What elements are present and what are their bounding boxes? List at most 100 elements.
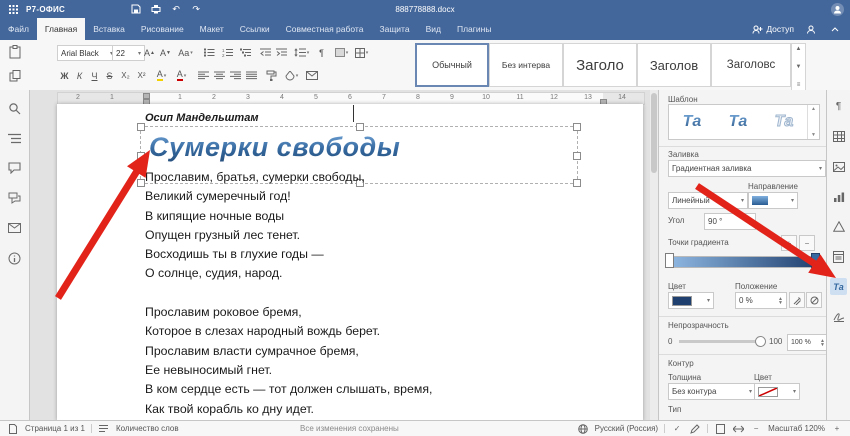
scrollbar-thumb[interactable] (651, 93, 657, 173)
strikethrough-button[interactable]: S (102, 68, 117, 83)
styles-gallery-arrows[interactable]: ▲ ▼ ≡ (791, 43, 806, 91)
align-justify-icon[interactable] (244, 68, 259, 83)
track-changes-icon[interactable] (689, 423, 701, 435)
outline-thickness-select[interactable]: Без контура▾ (668, 383, 756, 400)
hide-toolbar-chevron-icon[interactable] (828, 22, 842, 36)
superscript-button[interactable]: X² (134, 68, 149, 83)
add-gradient-point-button[interactable]: + (781, 235, 797, 251)
tab-layout[interactable]: Макет (192, 18, 232, 40)
gradient-stop-right[interactable] (811, 253, 820, 268)
comments-icon[interactable] (7, 160, 23, 176)
bold-button[interactable]: Ж (57, 68, 72, 83)
opacity-slider[interactable] (679, 340, 763, 343)
tab-insert[interactable]: Вставка (85, 18, 133, 40)
zoom-in-button[interactable]: + (831, 423, 843, 435)
outline-color-button[interactable]: ▾ (754, 383, 800, 400)
align-left-icon[interactable] (196, 68, 211, 83)
word-count-label[interactable]: Количество слов (116, 424, 179, 433)
about-info-icon[interactable] (7, 250, 23, 266)
highlight-color-icon[interactable]: А▾ (152, 68, 171, 83)
change-case-icon[interactable]: Аа▾ (176, 45, 195, 60)
template-gallery-scrollbar[interactable]: ▲▼ (807, 105, 819, 139)
resize-handle-sw[interactable] (137, 179, 145, 187)
tab-references[interactable]: Ссылки (232, 18, 278, 40)
textart-template-gallery[interactable]: Та Та Та ▲▼ (668, 104, 820, 140)
poem-text[interactable]: Прославим, братья, сумерки свободы, Вели… (145, 168, 432, 419)
undo-icon[interactable]: ↶ (169, 2, 183, 16)
document-canvas[interactable]: 2 1 1 2 3 4 5 6 7 8 9 10 11 12 13 14 Оси… (30, 90, 659, 421)
gradient-bar[interactable] (668, 256, 820, 268)
tab-draw[interactable]: Рисование (133, 18, 192, 40)
search-icon[interactable] (7, 100, 23, 116)
gradient-style-select[interactable]: Линейный▾ (668, 192, 748, 209)
no-fill-icon[interactable] (806, 292, 822, 308)
spinner-arrows-icon[interactable]: ▲▼ (820, 339, 825, 347)
gallery-up-icon[interactable]: ▲ (796, 46, 802, 52)
align-right-icon[interactable] (228, 68, 243, 83)
angle-spinner[interactable]: 90 ° ▲▼ (704, 213, 756, 230)
paragraph-settings-icon[interactable]: ¶ (830, 98, 847, 115)
table-settings-icon[interactable] (830, 128, 847, 145)
tab-view[interactable]: Вид (418, 18, 449, 40)
resize-handle-n[interactable] (356, 123, 364, 131)
save-icon[interactable] (129, 2, 143, 16)
textart-template-sample[interactable]: Та (715, 113, 761, 131)
spinner-arrows-icon[interactable]: ▲▼ (778, 297, 783, 305)
tab-protection[interactable]: Защита (371, 18, 417, 40)
mail-merge-icon[interactable] (304, 68, 319, 83)
position-spinner[interactable]: 0 % ▲▼ (735, 292, 787, 309)
image-settings-icon[interactable] (830, 158, 847, 175)
zoom-out-button[interactable]: − (750, 423, 762, 435)
nonprinting-characters-icon[interactable]: ¶ (314, 45, 329, 60)
resize-handle-nw[interactable] (137, 123, 145, 131)
font-name-select[interactable]: Arial Black▾ (57, 45, 117, 61)
decrease-font-icon[interactable]: А▼ (158, 45, 173, 60)
shape-settings-icon[interactable] (830, 218, 847, 235)
users-icon[interactable] (804, 22, 818, 36)
multilevel-list-icon[interactable] (238, 45, 253, 60)
resize-handle-e[interactable] (573, 152, 581, 160)
eyedropper-icon[interactable] (789, 292, 805, 308)
remove-gradient-point-button[interactable]: − (799, 235, 815, 251)
chat-icon[interactable] (7, 190, 23, 206)
paste-icon[interactable] (7, 44, 22, 59)
numbering-icon[interactable]: 12 (220, 45, 235, 60)
header-footer-settings-icon[interactable] (830, 248, 847, 265)
font-color-icon[interactable]: А▾ (172, 68, 191, 83)
textart-settings-icon[interactable]: Та (830, 278, 847, 295)
fit-width-icon[interactable] (732, 423, 744, 435)
style-no-spacing[interactable]: Без интерва (489, 43, 563, 87)
style-heading2[interactable]: Заголов (637, 43, 711, 87)
paragraph-color-icon[interactable]: ▾ (282, 68, 301, 83)
tab-file[interactable]: Файл (0, 18, 37, 40)
copy-icon[interactable] (7, 68, 22, 83)
tab-collaboration[interactable]: Совместная работа (278, 18, 372, 40)
navigation-headings-icon[interactable] (7, 130, 23, 146)
opacity-slider-thumb[interactable] (755, 336, 766, 347)
resize-handle-ne[interactable] (573, 123, 581, 131)
user-avatar[interactable] (831, 3, 844, 16)
signature-settings-icon[interactable] (830, 308, 847, 325)
style-normal[interactable]: Обычный (415, 43, 489, 87)
decrease-indent-icon[interactable] (258, 45, 273, 60)
opacity-spinner[interactable]: 100 % ▲▼ (787, 334, 829, 351)
fit-page-icon[interactable] (714, 423, 726, 435)
spellcheck-icon[interactable]: ✓ (671, 423, 683, 435)
gallery-down-icon[interactable]: ▼ (796, 64, 802, 70)
feedback-icon[interactable] (7, 220, 23, 236)
shading-icon[interactable]: ▾ (332, 45, 351, 60)
textart-template-sample[interactable]: Та (669, 113, 715, 131)
app-grid-icon[interactable] (6, 2, 20, 16)
align-center-icon[interactable] (212, 68, 227, 83)
page-info[interactable]: Страница 1 из 1 (25, 424, 85, 433)
style-heading1[interactable]: Заголо (563, 43, 637, 87)
increase-font-icon[interactable]: А▲ (142, 45, 157, 60)
print-icon[interactable] (149, 2, 163, 16)
line-spacing-icon[interactable]: ▾ (292, 45, 311, 60)
spinner-arrows-icon[interactable]: ▲▼ (747, 218, 752, 226)
redo-icon[interactable]: ↷ (189, 2, 203, 16)
gallery-expand-icon[interactable]: ≡ (797, 82, 801, 88)
vertical-scrollbar[interactable] (650, 90, 658, 421)
resize-handle-w[interactable] (137, 152, 145, 160)
style-heading3[interactable]: Заголовс (711, 43, 791, 87)
